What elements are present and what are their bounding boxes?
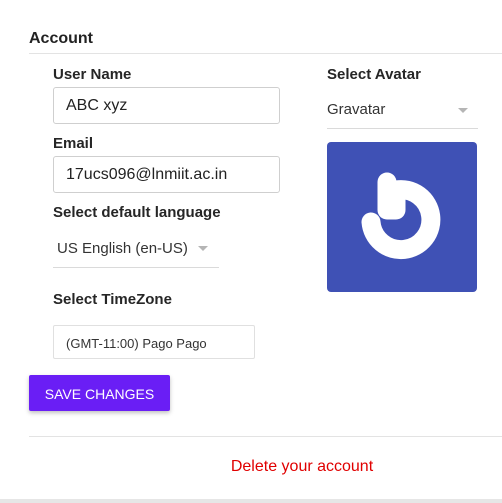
- avatar-preview: [327, 142, 477, 292]
- username-label: User Name: [53, 66, 132, 83]
- language-select[interactable]: US English (en-US): [53, 229, 219, 268]
- chevron-down-icon: [198, 246, 208, 251]
- timezone-label: Select TimeZone: [53, 291, 172, 308]
- section-divider: [29, 53, 502, 54]
- avatar-select[interactable]: Gravatar: [327, 90, 478, 129]
- actions-divider: [29, 436, 502, 437]
- save-changes-button[interactable]: SAVE CHANGES: [29, 375, 170, 411]
- gravatar-logo-icon: [361, 172, 441, 260]
- section-title: Account: [29, 30, 93, 47]
- page-bottom-edge: [0, 499, 502, 503]
- email-label: Email: [53, 135, 94, 152]
- language-select-value: US English (en-US): [57, 240, 188, 257]
- username-input[interactable]: [53, 87, 280, 124]
- chevron-down-icon: [458, 108, 468, 113]
- avatar-label: Select Avatar: [327, 66, 421, 83]
- delete-account-link[interactable]: Delete your account: [0, 458, 502, 476]
- avatar-select-value: Gravatar: [327, 101, 386, 118]
- email-input[interactable]: [53, 156, 280, 193]
- language-label: Select default language: [53, 204, 221, 221]
- timezone-select[interactable]: (GMT-11:00) Pago Pago: [53, 325, 255, 359]
